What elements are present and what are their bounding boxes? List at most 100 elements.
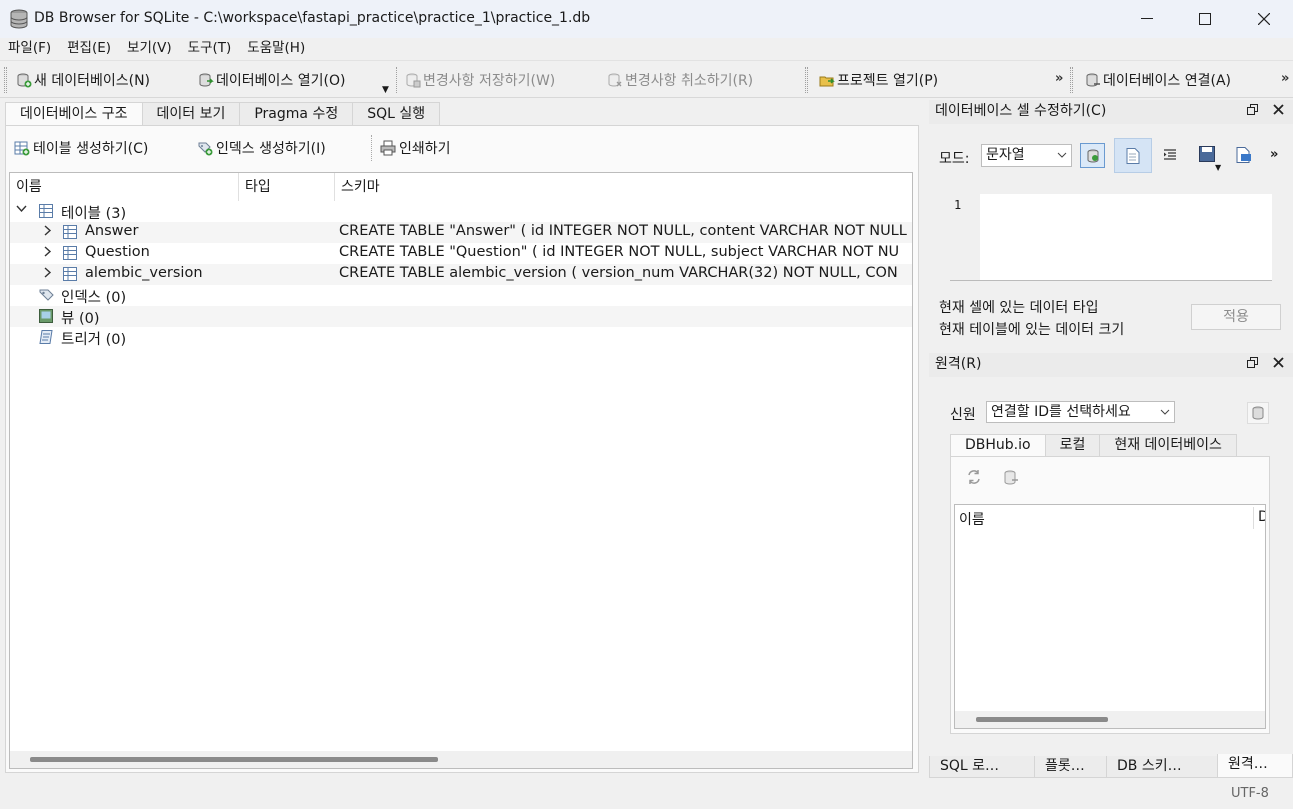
remote-dock-header: 원격(R) xyxy=(929,353,1293,377)
print-button[interactable]: 인쇄하기 xyxy=(380,138,451,158)
scrollbar-thumb[interactable] xyxy=(976,717,1108,722)
tab-local[interactable]: 로컬 xyxy=(1044,434,1101,456)
table-schema: CREATE TABLE "Answer" ( id INTEGER NOT N… xyxy=(339,223,907,239)
write-changes-button[interactable]: 변경사항 저장하기(W) xyxy=(405,70,555,90)
open-database-dropdown-icon[interactable]: ▼ xyxy=(382,85,389,95)
open-database-label: 데이터베이스 열기(O) xyxy=(216,73,346,89)
identity-select[interactable]: 연결할 ID를 선택하세요 xyxy=(986,401,1175,423)
attach-database-label: 데이터베이스 연결(A) xyxy=(1103,73,1231,89)
column-header-schema[interactable]: 스키마 xyxy=(335,173,912,201)
table-icon xyxy=(63,267,77,281)
main-toolbar: 새 데이터베이스(N) 데이터베이스 열기(O) ▼ 변경사항 저장하기(W) … xyxy=(0,60,1293,98)
mode-select[interactable]: 문자열 xyxy=(981,144,1072,167)
horizontal-scrollbar[interactable] xyxy=(10,751,912,768)
cell-editor[interactable]: 1 xyxy=(950,194,1272,281)
table-row[interactable]: Question CREATE TABLE "Question" ( id IN… xyxy=(10,243,912,264)
chevron-right-icon[interactable] xyxy=(42,267,53,278)
tree-row-indices[interactable]: 인덱스 (0) xyxy=(10,285,912,306)
tab-edit-pragmas[interactable]: Pragma 수정 xyxy=(239,102,354,125)
auto-format-toggle[interactable] xyxy=(1080,143,1105,168)
apply-button[interactable]: 적용 xyxy=(1191,304,1281,330)
close-dock-icon[interactable] xyxy=(1273,104,1284,115)
dock-tab-sql-log[interactable]: SQL 로… xyxy=(929,756,1035,778)
view-icon xyxy=(39,309,53,323)
chevron-right-icon[interactable] xyxy=(42,225,53,236)
scrollbar-thumb[interactable] xyxy=(30,757,438,762)
line-number-gutter: 1 xyxy=(950,194,980,280)
tab-browse-data[interactable]: 데이터 보기 xyxy=(141,102,241,125)
identity-manage-button[interactable] xyxy=(1247,402,1269,424)
menu-tools[interactable]: 도구(T) xyxy=(180,38,240,60)
new-database-label: 새 데이터베이스(N) xyxy=(34,73,151,89)
table-name: alembic_version xyxy=(85,265,203,281)
tree-row-triggers[interactable]: 트리거 (0) xyxy=(10,327,912,348)
close-button[interactable] xyxy=(1235,0,1293,38)
tables-group-label: 테이블 (3) xyxy=(61,206,127,222)
new-database-button[interactable]: 새 데이터베이스(N) xyxy=(16,70,150,90)
save-dropdown-icon[interactable]: ▼ xyxy=(1215,163,1221,172)
chevron-down-icon[interactable] xyxy=(16,203,27,214)
open-project-button[interactable]: 프로젝트 열기(P) xyxy=(819,70,938,90)
toolbar-overflow-icon[interactable]: » xyxy=(1281,71,1289,86)
clone-database-icon[interactable] xyxy=(1004,470,1018,486)
minimize-button[interactable] xyxy=(1118,0,1176,38)
text-mode-button[interactable] xyxy=(1114,138,1152,173)
create-table-button[interactable]: 테이블 생성하기(C) xyxy=(14,138,148,158)
tab-database-structure[interactable]: 데이터베이스 구조 xyxy=(5,102,143,127)
tab-dbhub[interactable]: DBHub.io xyxy=(950,434,1046,458)
column-header-name[interactable]: 이름 xyxy=(959,509,985,529)
dock-tab-plot[interactable]: 플롯… xyxy=(1034,756,1107,778)
tab-current-database[interactable]: 현재 데이터베이스 xyxy=(1099,434,1237,456)
trigger-icon xyxy=(39,330,53,344)
column-header-type[interactable]: 타입 xyxy=(239,173,335,201)
revert-changes-icon xyxy=(608,73,622,87)
tab-execute-sql[interactable]: SQL 실행 xyxy=(352,102,441,125)
cell-data-size-label: 현재 테이블에 있는 데이터 크기 xyxy=(939,322,1125,338)
toolbar-grip[interactable] xyxy=(805,67,808,93)
import-icon[interactable] xyxy=(1236,147,1252,163)
column-header-name[interactable]: 이름 xyxy=(10,173,239,201)
menu-file[interactable]: 파일(F) xyxy=(0,38,59,60)
remote-file-list[interactable]: 이름 D xyxy=(954,504,1266,729)
table-row[interactable]: Answer CREATE TABLE "Answer" ( id INTEGE… xyxy=(10,222,912,243)
table-name: Answer xyxy=(85,223,139,239)
indent-icon[interactable] xyxy=(1163,148,1177,162)
encoding-label: UTF-8 xyxy=(1231,786,1269,801)
tree-row-views[interactable]: 뷰 (0) xyxy=(10,306,912,327)
menu-edit[interactable]: 편집(E) xyxy=(59,38,119,60)
identity-label: 신원 xyxy=(950,407,976,423)
attach-database-button[interactable]: 데이터베이스 연결(A) xyxy=(1085,70,1231,90)
menu-view[interactable]: 보기(V) xyxy=(119,38,180,60)
save-icon[interactable] xyxy=(1199,146,1217,162)
column-header-partial[interactable]: D xyxy=(1258,509,1265,525)
chevron-right-icon[interactable] xyxy=(42,246,53,257)
schema-tree-view[interactable]: 이름 타입 스키마 테이블 (3) Answer CREATE TABLE "A… xyxy=(9,172,913,769)
refresh-icon[interactable] xyxy=(966,469,982,485)
toolbar-overflow-icon[interactable]: » xyxy=(1055,71,1063,86)
title-bar: DB Browser for SQLite - C:\workspace\fas… xyxy=(0,0,1293,38)
table-name: Question xyxy=(85,244,150,260)
print-label: 인쇄하기 xyxy=(399,141,451,157)
dock-tab-db-schema[interactable]: DB 스키… xyxy=(1106,756,1218,778)
maximize-button[interactable] xyxy=(1176,0,1234,38)
menu-help[interactable]: 도움말(H) xyxy=(239,38,313,60)
remote-title: 원격(R) xyxy=(935,356,982,372)
toolbar-grip[interactable] xyxy=(4,67,7,93)
tree-row-tables[interactable]: 테이블 (3) xyxy=(10,201,912,222)
table-schema: CREATE TABLE "Question" ( id INTEGER NOT… xyxy=(339,244,900,260)
float-dock-icon[interactable] xyxy=(1247,104,1258,115)
revert-changes-button[interactable]: 변경사항 취소하기(R) xyxy=(607,70,753,90)
edit-cell-overflow-icon[interactable]: » xyxy=(1270,147,1278,162)
auto-switch-icon xyxy=(1087,149,1098,162)
open-database-button[interactable]: 데이터베이스 열기(O) xyxy=(198,70,345,90)
dock-tab-remote[interactable]: 원격… xyxy=(1217,754,1293,778)
create-index-button[interactable]: 인덱스 생성하기(I) xyxy=(197,138,326,158)
table-row[interactable]: alembic_version CREATE TABLE alembic_ver… xyxy=(10,264,912,285)
float-dock-icon[interactable] xyxy=(1247,357,1258,368)
cell-data-type-label: 현재 셀에 있는 데이터 타입 xyxy=(939,300,1099,316)
toolbar-grip[interactable] xyxy=(1070,67,1073,93)
horizontal-scrollbar[interactable] xyxy=(955,711,1265,728)
open-database-icon xyxy=(199,73,214,87)
close-dock-icon[interactable] xyxy=(1273,357,1284,368)
window-title: DB Browser for SQLite - C:\workspace\fas… xyxy=(34,10,591,26)
